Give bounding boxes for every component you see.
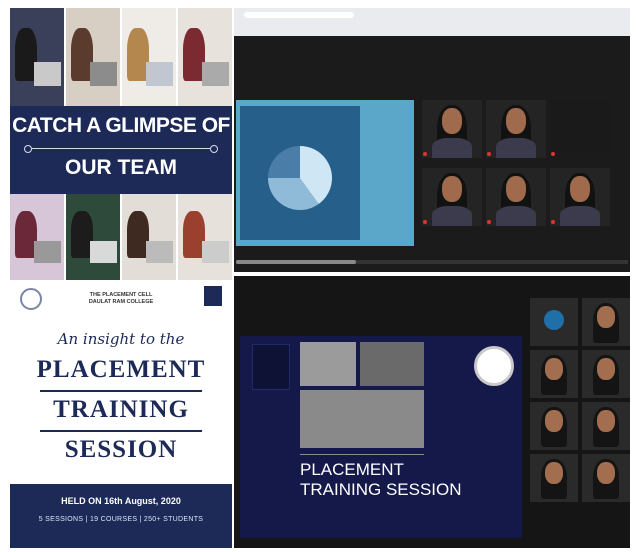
word-session: SESSION — [64, 436, 178, 463]
video-row-2 — [422, 168, 610, 226]
event-stats: 5 SESSIONS | 19 COURSES | 250+ STUDENTS — [38, 516, 204, 523]
headline-line1: CATCH A GLIMPSE OF — [12, 114, 230, 137]
meeting-screenshot-2: PLACEMENT TRAINING SESSION — [234, 276, 630, 548]
avatar — [544, 310, 564, 330]
slide-photo — [300, 390, 424, 448]
video-tile[interactable] — [530, 454, 578, 502]
meeting-screenshot-1 — [234, 8, 630, 272]
participant-gallery — [530, 298, 630, 548]
video-tile[interactable] — [422, 100, 482, 158]
team-photo — [66, 8, 120, 106]
video-tile[interactable] — [530, 298, 578, 346]
address-bar[interactable] — [244, 12, 354, 18]
shared-slide — [236, 100, 414, 246]
divider — [40, 390, 202, 392]
slide-photo — [360, 342, 424, 386]
team-photos-bottom — [10, 194, 232, 280]
event-details: HELD ON 16th August, 2020 5 SESSIONS | 1… — [10, 484, 232, 548]
divider — [24, 145, 218, 153]
video-tile[interactable] — [530, 350, 578, 398]
team-photo — [122, 194, 176, 280]
headline-line2: OUR TEAM — [65, 156, 177, 179]
video-tile[interactable] — [422, 168, 482, 226]
word-placement: PLACEMENT — [36, 356, 206, 383]
event-poster: CATCH A GLIMPSE OF OUR TEAM THE PLACEMEN… — [10, 8, 232, 548]
video-tile[interactable] — [550, 168, 610, 226]
team-photo — [178, 8, 232, 106]
video-tile[interactable] — [582, 298, 630, 346]
event-info: THE PLACEMENT CELL DAULAT RAM COLLEGE An… — [10, 280, 232, 484]
video-row-1 — [422, 100, 610, 158]
progress-bar[interactable] — [236, 260, 628, 264]
video-tile[interactable] — [530, 402, 578, 450]
team-photo — [122, 8, 176, 106]
browser-bar — [234, 8, 630, 36]
divider — [40, 430, 202, 432]
collage: CATCH A GLIMPSE OF OUR TEAM THE PLACEMEN… — [10, 8, 630, 548]
video-tile[interactable] — [486, 100, 546, 158]
slide-title: PLACEMENT TRAINING SESSION — [300, 460, 462, 499]
shared-slide: PLACEMENT TRAINING SESSION — [240, 336, 522, 538]
headline-band: CATCH A GLIMPSE OF OUR TEAM — [10, 106, 232, 194]
logo-icon — [252, 344, 290, 390]
insight-text: An insight to the — [57, 330, 185, 348]
team-photo — [10, 8, 64, 106]
divider — [300, 454, 424, 455]
college-name: THE PLACEMENT CELL DAULAT RAM COLLEGE — [88, 292, 154, 305]
slide-chart-panel — [240, 106, 360, 240]
video-tile[interactable] — [582, 454, 630, 502]
video-tile[interactable] — [582, 350, 630, 398]
team-photo — [10, 194, 64, 280]
pie-chart-graphic — [268, 146, 332, 210]
team-photo — [66, 194, 120, 280]
event-date: HELD ON 16th August, 2020 — [61, 496, 181, 506]
team-photo — [178, 194, 232, 280]
slide-photo — [300, 342, 356, 386]
college-emblem-icon — [474, 346, 514, 386]
word-training: TRAINING — [53, 396, 189, 423]
video-tile[interactable] — [486, 168, 546, 226]
video-tile[interactable] — [550, 100, 610, 158]
team-photos-top — [10, 8, 232, 106]
video-tile[interactable] — [582, 402, 630, 450]
